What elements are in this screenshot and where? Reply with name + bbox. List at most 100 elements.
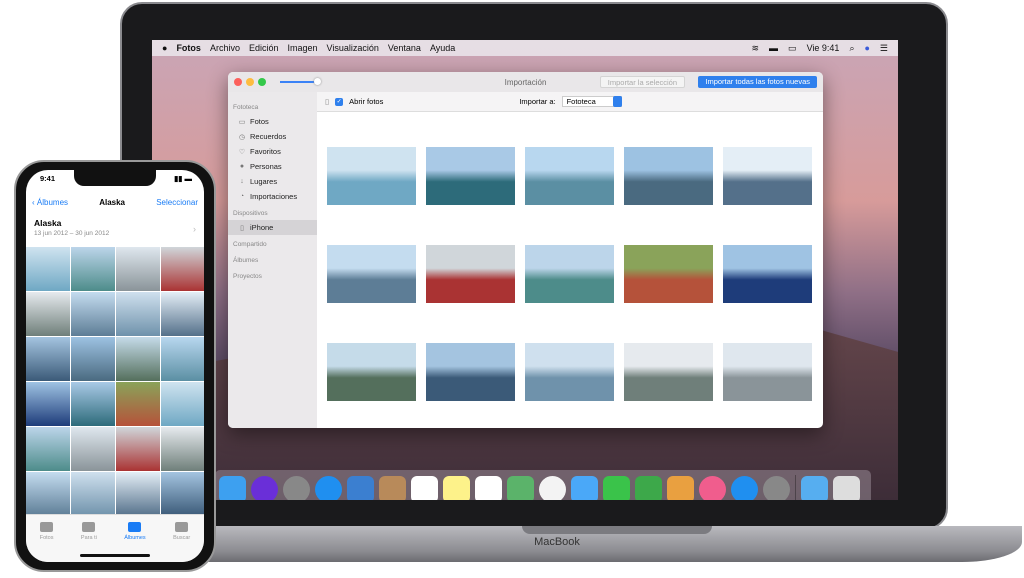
menu-archivo[interactable]: Archivo <box>210 43 240 53</box>
zoom-button[interactable] <box>258 78 266 86</box>
menu-ventana[interactable]: Ventana <box>388 43 421 53</box>
open-photos-checkbox[interactable]: ✓ <box>335 97 344 106</box>
photo-thumbnail[interactable] <box>525 147 614 205</box>
tab-fotos[interactable]: Fotos <box>40 522 53 562</box>
photo-thumbnail[interactable] <box>426 343 515 401</box>
photo-thumbnail[interactable] <box>723 147 812 205</box>
back-button[interactable]: ‹ Álbumes <box>32 198 68 207</box>
photo-thumbnail[interactable] <box>71 247 115 291</box>
photo-thumbnail[interactable] <box>525 343 614 401</box>
minimize-button[interactable] <box>246 78 254 86</box>
sidebar-item-personas[interactable]: ● Personas <box>228 159 317 174</box>
sidebar-item-iphone[interactable]: ▯ iPhone <box>228 220 317 235</box>
photo-thumbnail[interactable] <box>71 382 115 426</box>
photo-thumbnail[interactable] <box>26 472 70 516</box>
photo-thumbnail[interactable] <box>71 427 115 471</box>
photo-thumbnail[interactable] <box>71 292 115 336</box>
reminders-icon[interactable] <box>475 475 502 500</box>
sidebar-section-header[interactable]: Dispositivos <box>228 207 317 220</box>
menu-edicion[interactable]: Edición <box>249 43 279 53</box>
safari-icon[interactable] <box>315 475 342 500</box>
photo-thumbnail[interactable] <box>26 247 70 291</box>
photo-thumbnail[interactable] <box>624 147 713 205</box>
import-to-select[interactable]: Fototeca <box>561 96 622 107</box>
numbers-icon[interactable] <box>635 475 662 500</box>
photo-thumbnail[interactable] <box>723 245 812 303</box>
photo-thumbnail[interactable] <box>116 472 160 516</box>
sidebar-item-importaciones[interactable]: ◔ Importaciones <box>228 189 317 204</box>
photo-thumbnail[interactable] <box>116 427 160 471</box>
launchpad-icon[interactable] <box>283 475 310 500</box>
photo-thumbnail[interactable] <box>116 292 160 336</box>
airplay-icon[interactable]: ▭ <box>788 43 797 54</box>
apple-menu-icon[interactable]: ● <box>162 43 167 53</box>
notification-center-icon[interactable]: ☰ <box>880 43 888 54</box>
finder-icon[interactable] <box>219 475 246 500</box>
album-header[interactable]: Alaska 13 jun 2012 – 30 jun 2012 › <box>34 218 196 237</box>
downloads-folder-icon[interactable] <box>801 475 828 500</box>
sidebar-item-fotos[interactable]: ▭ Fotos <box>228 114 317 129</box>
photo-thumbnail[interactable] <box>116 382 160 426</box>
photo-thumbnail[interactable] <box>426 245 515 303</box>
sidebar-section-header[interactable]: Álbumes <box>228 254 317 267</box>
photo-thumbnail[interactable] <box>71 337 115 381</box>
itunes-icon[interactable] <box>699 475 726 500</box>
thumbnail-size-slider[interactable] <box>280 78 321 85</box>
photo-thumbnail[interactable] <box>525 245 614 303</box>
photo-thumbnail[interactable] <box>26 337 70 381</box>
home-indicator[interactable] <box>80 554 150 557</box>
app-store-icon[interactable] <box>731 475 758 500</box>
photo-thumbnail[interactable] <box>116 337 160 381</box>
menu-imagen[interactable]: Imagen <box>287 43 317 53</box>
keynote-icon[interactable] <box>667 475 694 500</box>
photo-thumbnail[interactable] <box>624 343 713 401</box>
calendar-icon[interactable] <box>411 475 438 500</box>
maps-icon[interactable] <box>507 475 534 500</box>
menu-ayuda[interactable]: Ayuda <box>430 43 455 53</box>
photo-thumbnail[interactable] <box>26 427 70 471</box>
sidebar-item-lugares[interactable]: ↓ Lugares <box>228 174 317 189</box>
photo-thumbnail[interactable] <box>426 147 515 205</box>
photo-thumbnail[interactable] <box>624 245 713 303</box>
facetime-icon[interactable] <box>603 475 630 500</box>
sidebar-item-favoritos[interactable]: ♡ Favoritos <box>228 144 317 159</box>
sidebar-section-header[interactable]: Proyectos <box>228 270 317 283</box>
siri-icon[interactable]: ● <box>864 43 869 53</box>
photos-icon[interactable] <box>539 475 566 500</box>
photo-thumbnail[interactable] <box>26 292 70 336</box>
photo-thumbnail[interactable] <box>161 337 204 381</box>
tab-buscar[interactable]: Buscar <box>173 522 190 562</box>
photo-thumbnail[interactable] <box>26 382 70 426</box>
import-all-button[interactable]: Importar todas las fotos nuevas <box>698 76 817 88</box>
trash-icon[interactable] <box>833 475 860 500</box>
sidebar-item-recuerdos[interactable]: ◷ Recuerdos <box>228 129 317 144</box>
spotlight-search-icon[interactable]: ⌕ <box>849 43 854 54</box>
notes-icon[interactable] <box>443 475 470 500</box>
photo-thumbnail[interactable] <box>161 427 204 471</box>
menu-visualizacion[interactable]: Visualización <box>327 43 379 53</box>
contacts-icon[interactable] <box>379 475 406 500</box>
import-selection-button[interactable]: Importar la selección <box>599 76 685 88</box>
photo-thumbnail[interactable] <box>116 247 160 291</box>
messages-icon[interactable] <box>571 475 598 500</box>
close-button[interactable] <box>234 78 242 86</box>
clock[interactable]: Vie 9:41 <box>807 43 840 53</box>
menu-app[interactable]: Fotos <box>176 43 201 53</box>
photo-thumbnail[interactable] <box>723 343 812 401</box>
select-button[interactable]: Seleccionar <box>156 198 198 207</box>
battery-icon[interactable]: ▬ <box>769 43 778 53</box>
siri-icon[interactable] <box>251 475 278 500</box>
photo-thumbnail[interactable] <box>71 472 115 516</box>
photo-thumbnail[interactable] <box>327 147 416 205</box>
photo-thumbnail[interactable] <box>327 245 416 303</box>
photo-thumbnail[interactable] <box>161 292 204 336</box>
sidebar-section-header[interactable]: Fototeca <box>228 101 317 114</box>
system-preferences-icon[interactable] <box>763 475 790 500</box>
mail-icon[interactable] <box>347 475 374 500</box>
photo-thumbnail[interactable] <box>161 382 204 426</box>
photo-thumbnail[interactable] <box>161 247 204 291</box>
photo-thumbnail[interactable] <box>327 343 416 401</box>
wifi-icon[interactable]: ≋ <box>752 43 760 54</box>
sidebar-section-header[interactable]: Compartido <box>228 238 317 251</box>
photo-thumbnail[interactable] <box>161 472 204 516</box>
